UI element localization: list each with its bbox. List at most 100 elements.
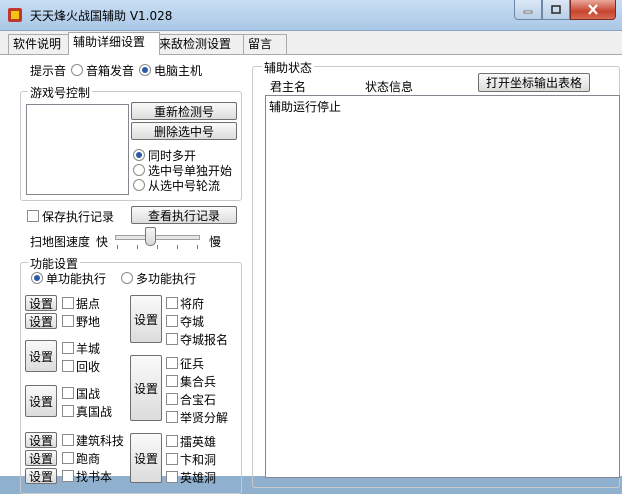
feature-label: 夺城报名: [180, 333, 229, 347]
settings-panel: 提示音 音箱发音 电脑主机 游戏号控制 重新检测号 删除选中号 同时多开 选中号…: [0, 55, 622, 494]
multi-function-radio[interactable]: [121, 272, 133, 284]
mode-radio-single[interactable]: [133, 164, 145, 176]
feature-label: 集合兵: [180, 375, 217, 389]
view-log-button[interactable]: 查看执行记录: [131, 206, 237, 224]
feature-checkbox[interactable]: [166, 315, 178, 327]
feature-label: 野地: [76, 315, 101, 329]
speaker-label: 音箱发音: [86, 64, 135, 78]
set-button[interactable]: 设置: [130, 355, 162, 421]
window-title: 天天烽火战国辅助 V1.028: [30, 9, 173, 23]
feature-checkbox[interactable]: [166, 471, 178, 483]
speed-slider[interactable]: [115, 227, 200, 251]
tab-software-info[interactable]: 软件说明: [8, 34, 76, 54]
feature-label: 夺城: [180, 315, 205, 329]
feature-checkbox[interactable]: [62, 342, 74, 354]
tab-label: 留言: [248, 37, 273, 51]
maximize-button[interactable]: [542, 0, 570, 20]
feature-checkbox[interactable]: [62, 470, 74, 482]
open-coords-table-button[interactable]: 打开坐标输出表格: [478, 73, 590, 92]
window-controls: [514, 0, 616, 20]
set-button[interactable]: 设置: [25, 340, 57, 372]
set-button[interactable]: 设置: [25, 468, 57, 484]
feature-checkbox[interactable]: [166, 435, 178, 447]
mode-radio-simultaneous[interactable]: [133, 149, 145, 161]
set-button[interactable]: 设置: [25, 450, 57, 466]
recheck-button[interactable]: 重新检测号: [131, 102, 237, 120]
tab-bar: 软件说明 辅助详细设置 来敌检测设置 留言: [0, 32, 622, 55]
feature-checkbox[interactable]: [62, 360, 74, 372]
status-group-title: 辅助状态: [262, 59, 315, 76]
pc-radio[interactable]: [139, 64, 151, 76]
tab-label: 软件说明: [13, 37, 62, 51]
set-button[interactable]: 设置: [25, 432, 57, 448]
feature-checkbox[interactable]: [166, 411, 178, 423]
set-button[interactable]: 设置: [130, 295, 162, 343]
feature-label: 建筑科技: [76, 434, 125, 448]
feature-label: 擂英雄: [180, 435, 217, 449]
speaker-radio[interactable]: [71, 64, 83, 76]
delete-account-button[interactable]: 删除选中号: [131, 122, 237, 140]
feature-checkbox[interactable]: [62, 434, 74, 446]
main-window: 天天烽火战国辅助 V1.028 软件说明 辅助详细设置 来敌检测设置 留言 提示…: [0, 0, 622, 494]
status-log-text: 辅助运行停止: [269, 100, 342, 114]
feature-checkbox[interactable]: [166, 393, 178, 405]
feature-checkbox[interactable]: [62, 387, 74, 399]
feature-checkbox[interactable]: [166, 357, 178, 369]
status-col-lord: 君主名: [270, 80, 307, 94]
alert-label: 提示音: [30, 64, 67, 78]
single-function-label: 单功能执行: [46, 272, 107, 286]
feature-label: 国战: [76, 387, 101, 401]
feature-checkbox[interactable]: [62, 405, 74, 417]
feature-checkbox[interactable]: [62, 297, 74, 309]
save-log-label: 保存执行记录: [42, 210, 115, 224]
feature-label: 回收: [76, 360, 101, 374]
maximize-icon: [551, 4, 561, 14]
feature-label: 卞和洞: [180, 453, 217, 467]
feature-checkbox[interactable]: [166, 375, 178, 387]
set-button[interactable]: 设置: [25, 385, 57, 417]
multi-function-label: 多功能执行: [136, 272, 197, 286]
mode-radio-rotate[interactable]: [133, 179, 145, 191]
set-button[interactable]: 设置: [25, 295, 57, 311]
slider-tick: [137, 245, 138, 249]
feature-label: 跑商: [76, 452, 101, 466]
set-button[interactable]: 设置: [25, 313, 57, 329]
speed-slow-label: 慢: [209, 235, 222, 249]
feature-checkbox[interactable]: [62, 452, 74, 464]
slider-thumb[interactable]: [145, 227, 156, 246]
tab-assist-settings[interactable]: 辅助详细设置: [68, 32, 160, 55]
feature-checkbox[interactable]: [62, 315, 74, 327]
save-log-checkbox[interactable]: [27, 210, 39, 222]
minimize-button[interactable]: [514, 0, 542, 20]
account-group-title: 游戏号控制: [28, 84, 93, 101]
feature-label: 举贤分解: [180, 411, 229, 425]
tab-label: 来敌检测设置: [159, 37, 232, 51]
account-list[interactable]: [26, 104, 129, 195]
status-log-textarea[interactable]: 辅助运行停止: [265, 95, 620, 478]
close-button[interactable]: [570, 0, 616, 20]
feature-label: 将府: [180, 297, 205, 311]
feature-label: 据点: [76, 297, 101, 311]
slider-tick: [197, 245, 198, 249]
slider-tick: [157, 245, 158, 249]
minimize-icon: [523, 10, 533, 13]
feature-label: 真国战: [76, 405, 113, 419]
speed-label: 扫地图速度: [30, 235, 91, 249]
mode-label: 从选中号轮流: [148, 179, 221, 193]
feature-checkbox[interactable]: [166, 333, 178, 345]
title-bar[interactable]: 天天烽火战国辅助 V1.028: [0, 0, 622, 31]
slider-track: [115, 235, 200, 240]
feature-label: 英雄洞: [180, 471, 217, 485]
feature-label: 征兵: [180, 357, 205, 371]
pc-label: 电脑主机: [154, 64, 203, 78]
close-icon: [588, 4, 598, 15]
tab-message[interactable]: 留言: [243, 34, 287, 54]
tab-enemy-detection[interactable]: 来敌检测设置: [154, 34, 244, 54]
feature-label: 合宝石: [180, 393, 217, 407]
feature-checkbox[interactable]: [166, 297, 178, 309]
app-icon: [8, 8, 22, 22]
feature-checkbox[interactable]: [166, 453, 178, 465]
slider-tick: [177, 245, 178, 249]
single-function-radio[interactable]: [31, 272, 43, 284]
speed-fast-label: 快: [96, 235, 109, 249]
